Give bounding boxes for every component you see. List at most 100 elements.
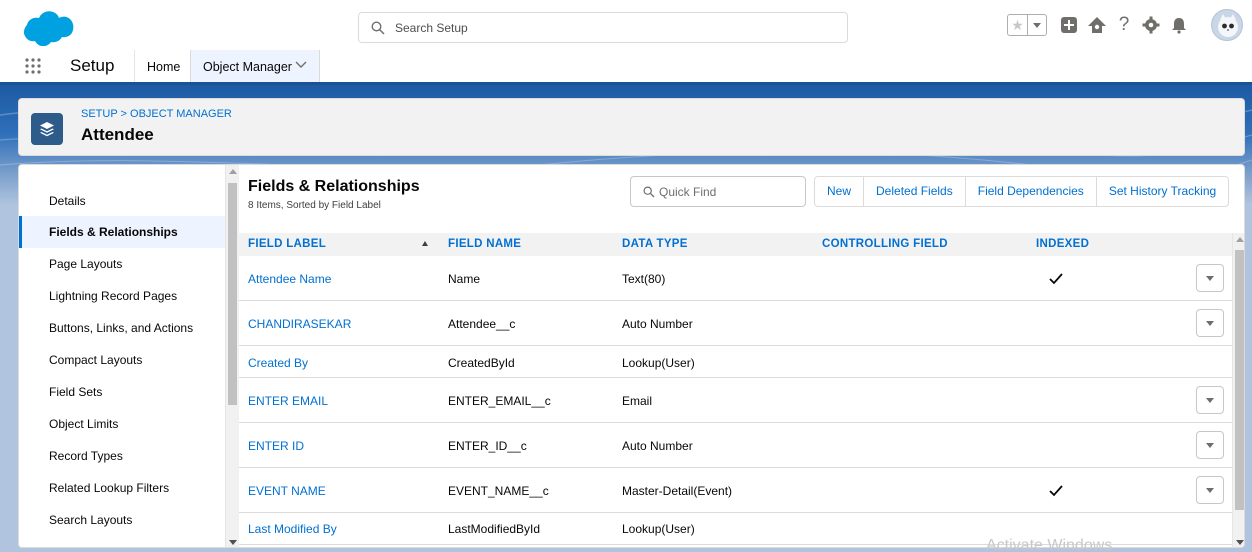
scrollbar-thumb[interactable] xyxy=(1235,250,1244,510)
data-type: Text(80) xyxy=(622,272,666,286)
column-header-field-name[interactable]: FIELD NAME xyxy=(448,233,521,256)
table-row: Created By CreatedById Lookup(User) xyxy=(239,346,1232,378)
sidebar-item-record-types[interactable]: Record Types xyxy=(19,440,225,472)
activate-windows-watermark: Activate Windows xyxy=(986,537,1113,552)
data-type: Master-Detail(Event) xyxy=(622,484,733,498)
new-button[interactable]: New xyxy=(815,177,865,206)
sidebar-item-buttons-links-actions[interactable]: Buttons, Links, and Actions xyxy=(19,312,225,344)
quick-find-input[interactable] xyxy=(659,183,799,201)
breadcrumb[interactable]: SETUP > OBJECT MANAGER xyxy=(81,108,232,120)
scroll-down-arrow[interactable] xyxy=(1236,540,1244,545)
row-actions-button[interactable] xyxy=(1196,386,1224,414)
chevron-down-icon xyxy=(1206,321,1214,326)
row-actions-button[interactable] xyxy=(1196,309,1224,337)
sidebar-item-page-layouts[interactable]: Page Layouts xyxy=(19,248,225,280)
data-type: Auto Number xyxy=(622,317,693,331)
sidebar-item-search-layouts[interactable]: Search Layouts xyxy=(19,504,225,536)
column-header-controlling-field[interactable]: CONTROLLING FIELD xyxy=(822,233,948,256)
bell-icon[interactable] xyxy=(1168,14,1190,36)
tab-object-manager-label: Object Manager xyxy=(203,60,292,74)
salesforce-cloud-logo[interactable] xyxy=(14,10,76,46)
favorites-dropdown-icon[interactable] xyxy=(1028,15,1046,35)
help-icon[interactable]: ? xyxy=(1113,14,1135,36)
chevron-down-icon xyxy=(1206,443,1214,448)
field-label-link[interactable]: ENTER ID xyxy=(248,439,304,453)
search-icon xyxy=(371,21,385,35)
avatar[interactable] xyxy=(1211,9,1243,41)
section-title: Fields & Relationships xyxy=(248,178,420,195)
field-label-link[interactable]: Last Modified By xyxy=(248,522,337,536)
sidebar-item-object-limits[interactable]: Object Limits xyxy=(19,408,225,440)
table-scrollbar[interactable] xyxy=(1232,233,1244,547)
field-name: Attendee__c xyxy=(448,317,516,331)
checkmark-icon xyxy=(1049,273,1063,285)
table-row: ENTER EMAIL ENTER_EMAIL__c Email xyxy=(239,378,1232,423)
table-row: CHANDIRASEKAR Attendee__c Auto Number xyxy=(239,301,1232,346)
chevron-down-icon[interactable] xyxy=(295,61,307,69)
main-panel: Details Fields & Relationships Page Layo… xyxy=(18,164,1245,548)
sidebar: Details Fields & Relationships Page Layo… xyxy=(19,165,225,547)
field-name: ENTER_EMAIL__c xyxy=(448,394,551,408)
favorites-group[interactable]: ★ xyxy=(1007,14,1047,36)
field-name: EVENT_NAME__c xyxy=(448,484,549,498)
field-name: LastModifiedById xyxy=(448,522,541,536)
search-icon xyxy=(643,186,655,198)
object-icon xyxy=(31,113,63,145)
field-label-link[interactable]: ENTER EMAIL xyxy=(248,394,328,408)
sidebar-item-lightning-record-pages[interactable]: Lightning Record Pages xyxy=(19,280,225,312)
checkmark-icon xyxy=(1049,485,1063,497)
scrollbar-thumb[interactable] xyxy=(228,183,237,405)
app-launcher-icon[interactable] xyxy=(24,57,42,75)
layers-icon xyxy=(40,122,54,137)
field-label-link[interactable]: Created By xyxy=(248,356,308,370)
column-header-data-type[interactable]: DATA TYPE xyxy=(622,233,688,256)
deleted-fields-button[interactable]: Deleted Fields xyxy=(864,177,966,206)
tab-home[interactable]: Home xyxy=(134,50,192,82)
search-input[interactable] xyxy=(395,18,835,38)
gear-icon[interactable] xyxy=(1140,14,1162,36)
table-row: Attendee Name Name Text(80) xyxy=(239,256,1232,301)
app-name: Setup xyxy=(70,56,115,75)
add-icon[interactable] xyxy=(1058,14,1080,36)
quick-find-box[interactable] xyxy=(630,176,806,207)
trailhead-icon[interactable] xyxy=(1086,14,1108,36)
data-type: Auto Number xyxy=(622,439,693,453)
row-actions-button[interactable] xyxy=(1196,431,1224,459)
field-dependencies-button[interactable]: Field Dependencies xyxy=(966,177,1097,206)
row-actions-button[interactable] xyxy=(1196,476,1224,504)
column-header-indexed[interactable]: INDEXED xyxy=(1036,233,1089,256)
table-row: EVENT NAME EVENT_NAME__c Master-Detail(E… xyxy=(239,468,1232,513)
tab-object-manager[interactable]: Object Manager xyxy=(190,50,320,82)
data-type: Lookup(User) xyxy=(622,356,695,370)
set-history-tracking-button[interactable]: Set History Tracking xyxy=(1097,177,1228,206)
star-icon[interactable]: ★ xyxy=(1008,15,1028,35)
field-label-link[interactable]: Attendee Name xyxy=(248,272,331,286)
section-subtitle: 8 Items, Sorted by Field Label xyxy=(248,200,381,211)
sidebar-item-compact-layouts[interactable]: Compact Layouts xyxy=(19,344,225,376)
field-name: ENTER_ID__c xyxy=(448,439,527,453)
chevron-down-icon xyxy=(1206,276,1214,281)
global-header: ★ ? xyxy=(0,0,1252,50)
data-type: Email xyxy=(622,394,653,408)
scroll-up-arrow[interactable] xyxy=(1236,237,1244,242)
search-setup-box[interactable] xyxy=(358,12,848,43)
sidebar-scrollbar[interactable] xyxy=(225,165,239,547)
app-navigation-bar: Setup Home Object Manager xyxy=(0,50,1252,85)
sidebar-item-details[interactable]: Details xyxy=(19,185,225,217)
sidebar-item-related-lookup-filters[interactable]: Related Lookup Filters xyxy=(19,472,225,504)
row-actions-button[interactable] xyxy=(1196,264,1224,292)
scroll-down-arrow[interactable] xyxy=(229,540,237,545)
sidebar-item-fields-relationships[interactable]: Fields & Relationships xyxy=(19,216,225,248)
sidebar-item-field-sets[interactable]: Field Sets xyxy=(19,376,225,408)
field-label-link[interactable]: EVENT NAME xyxy=(248,484,326,498)
scroll-up-arrow[interactable] xyxy=(229,169,237,174)
column-header-field-label[interactable]: FIELD LABEL xyxy=(248,233,326,256)
data-type: Lookup(User) xyxy=(622,522,695,536)
table-header: FIELD LABEL FIELD NAME DATA TYPE CONTROL… xyxy=(239,233,1232,256)
fields-content: Fields & Relationships 8 Items, Sorted b… xyxy=(239,165,1244,547)
sort-ascending-icon[interactable] xyxy=(422,241,428,246)
object-header: SETUP > OBJECT MANAGER Attendee xyxy=(18,98,1245,156)
table-row: ENTER ID ENTER_ID__c Auto Number xyxy=(239,423,1232,468)
field-label-link[interactable]: CHANDIRASEKAR xyxy=(248,317,351,331)
field-name: Name xyxy=(448,272,481,286)
